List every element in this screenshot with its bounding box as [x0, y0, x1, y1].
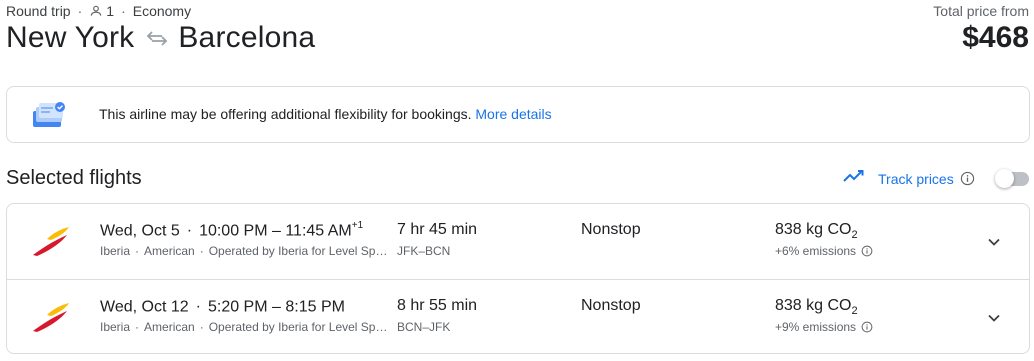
total-price-label: Total price from [933, 3, 1029, 19]
separator-dot: · [199, 244, 204, 258]
departure-time: 10:00 PM [199, 222, 268, 240]
flight-duration: 8 hr 55 min [397, 297, 478, 314]
co2-value: 838 kg CO2 [775, 297, 858, 318]
track-prices-label[interactable]: Track prices [878, 171, 954, 187]
emissions-delta: +6% emissions [775, 244, 873, 258]
selected-flights-heading: Selected flights [6, 167, 142, 189]
origin-city: New York [6, 21, 135, 54]
trending-icon [843, 169, 865, 188]
separator-dot: · [135, 244, 140, 258]
person-icon [89, 4, 103, 18]
total-price: $468 [962, 21, 1029, 54]
notice-message: This airline may be offering additional … [99, 106, 552, 122]
iberia-logo-icon [31, 225, 71, 262]
flight-stops: Nonstop [581, 221, 641, 238]
carrier-name: American [144, 244, 195, 258]
day-offset: +1 [351, 220, 364, 231]
separator-dot: · [199, 320, 204, 334]
arrival-time: 11:45 AM [285, 222, 352, 240]
destination-city: Barcelona [178, 21, 316, 54]
co2-value: 838 kg CO2 [775, 221, 858, 242]
emissions-delta: +9% emissions [775, 320, 873, 334]
info-icon[interactable] [861, 321, 873, 333]
carrier-name: Iberia [100, 320, 131, 334]
departure-time: 5:20 PM [207, 298, 268, 316]
toggle-knob [995, 169, 1014, 188]
flight-row-return[interactable]: Wed, Oct 12 · 5:20 PM – 8:15 PM Iberia · Ame… [7, 279, 1029, 354]
separator-dot: · [195, 298, 201, 316]
carriers-line: Iberia · American · Operated by Iberia for L… [100, 320, 390, 334]
flight-date: Wed, Oct 5 [100, 222, 180, 240]
iberia-logo-icon [31, 301, 71, 338]
carrier-name: Iberia [100, 244, 131, 258]
carriers-line: Iberia · American · Operated by Iberia for L… [100, 244, 390, 258]
separator-dot: · [186, 222, 193, 240]
chevron-down-icon[interactable] [985, 309, 1003, 332]
flight-duration: 7 hr 45 min [397, 221, 478, 238]
flight-date: Wed, Oct 12 [100, 298, 189, 316]
track-prices-toggle[interactable] [995, 169, 1029, 188]
info-icon[interactable] [960, 171, 975, 186]
swap-arrows-icon [146, 29, 168, 47]
notice-text: This airline may be offering additional … [99, 106, 472, 122]
ticket-icon [33, 101, 69, 134]
flight-airports: BCN–JFK [397, 320, 451, 334]
track-prices[interactable]: Track prices [843, 169, 975, 188]
flight-airports: JFK–BCN [397, 244, 451, 258]
route-title: New York Barcelona [6, 21, 315, 55]
carrier-name: American [144, 320, 195, 334]
trip-summary: Round trip · 1 · Economy [6, 3, 191, 19]
arrival-time: 8:15 PM [285, 298, 345, 316]
operated-by: Operated by Iberia for Level Sp… [208, 320, 388, 334]
separator-dot: · [77, 3, 83, 19]
flight-times: Wed, Oct 5 · 10:00 PM – 11:45 AM+1 [100, 220, 364, 240]
passenger-count: 1 [106, 3, 115, 19]
selected-flights-list: Wed, Oct 5 · 10:00 PM – 11:45 AM+1 Iberia ·… [6, 203, 1030, 354]
separator-dot: · [135, 320, 140, 334]
chevron-down-icon[interactable] [985, 233, 1003, 256]
cabin-class: Economy [132, 3, 192, 19]
trip-type: Round trip [6, 3, 71, 19]
flight-stops: Nonstop [581, 297, 641, 314]
operated-by: Operated by Iberia for Level Sp… [208, 244, 388, 258]
flight-times: Wed, Oct 12 · 5:20 PM – 8:15 PM [100, 298, 345, 316]
flexibility-notice: This airline may be offering additional … [6, 86, 1030, 143]
info-icon[interactable] [861, 245, 873, 257]
more-details-link[interactable]: More details [475, 106, 551, 122]
flight-row-outbound[interactable]: Wed, Oct 5 · 10:00 PM – 11:45 AM+1 Iberia ·… [7, 204, 1029, 279]
separator-dot: · [121, 3, 126, 19]
